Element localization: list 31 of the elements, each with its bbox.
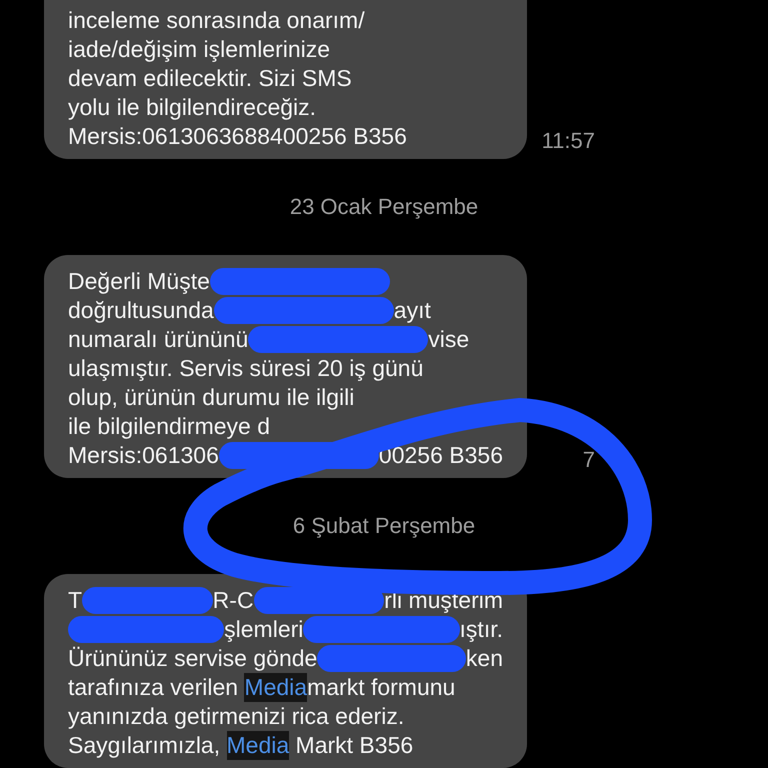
date-separator: 6 Şubat Perşembe bbox=[292, 513, 476, 539]
message-text: T bbox=[68, 586, 82, 615]
message-text: iade/değişim işlemlerinize bbox=[68, 35, 330, 64]
message-text: ken bbox=[466, 644, 503, 673]
message-time: 7 bbox=[582, 446, 595, 474]
message-time: 11:57 bbox=[540, 127, 595, 155]
message-text: ulaşmıştır. Servis süresi 20 iş günü bbox=[68, 354, 424, 383]
message-text: Ürününüz servise gönde bbox=[68, 644, 318, 673]
message-text: Mersis:0613063688400256 B356 bbox=[68, 122, 407, 151]
message-text: ıştır. bbox=[460, 615, 503, 644]
message-text: Mersis:061306 bbox=[68, 441, 219, 470]
message-text: numaralı ürününü bbox=[68, 325, 248, 354]
message-text: yolu ile bilgilendireceğiz. bbox=[68, 93, 316, 122]
message-text: Değerli Müşte bbox=[68, 267, 210, 296]
message-text: markt formunu bbox=[307, 673, 456, 702]
message-text: vise bbox=[428, 325, 470, 354]
message-text: inceleme sonrasında onarım/ bbox=[68, 6, 365, 35]
message-text: Saygılarımızla, bbox=[68, 731, 222, 760]
date-separator: 23 Ocak Perşembe bbox=[290, 194, 478, 220]
message-text: R-C bbox=[212, 586, 254, 615]
search-highlight: Media bbox=[226, 731, 290, 760]
search-highlight: Media bbox=[244, 673, 308, 702]
message-text: olup, ürünün durumu ile ilgili bbox=[68, 383, 354, 412]
message-text: şlemleri bbox=[224, 615, 304, 644]
message-text: doğrultusunda bbox=[68, 296, 214, 325]
message-text: ile bilgilendirmeye d bbox=[68, 412, 270, 441]
message-text: yanınızda getirmenizi rica ederiz. bbox=[68, 702, 404, 731]
message-text: tarafınıza verilen bbox=[68, 673, 240, 702]
message-text: Markt B356 bbox=[294, 731, 414, 760]
message-text: devam edilecektir. Sizi SMS bbox=[68, 64, 352, 93]
message-text: ayıt bbox=[394, 296, 431, 325]
